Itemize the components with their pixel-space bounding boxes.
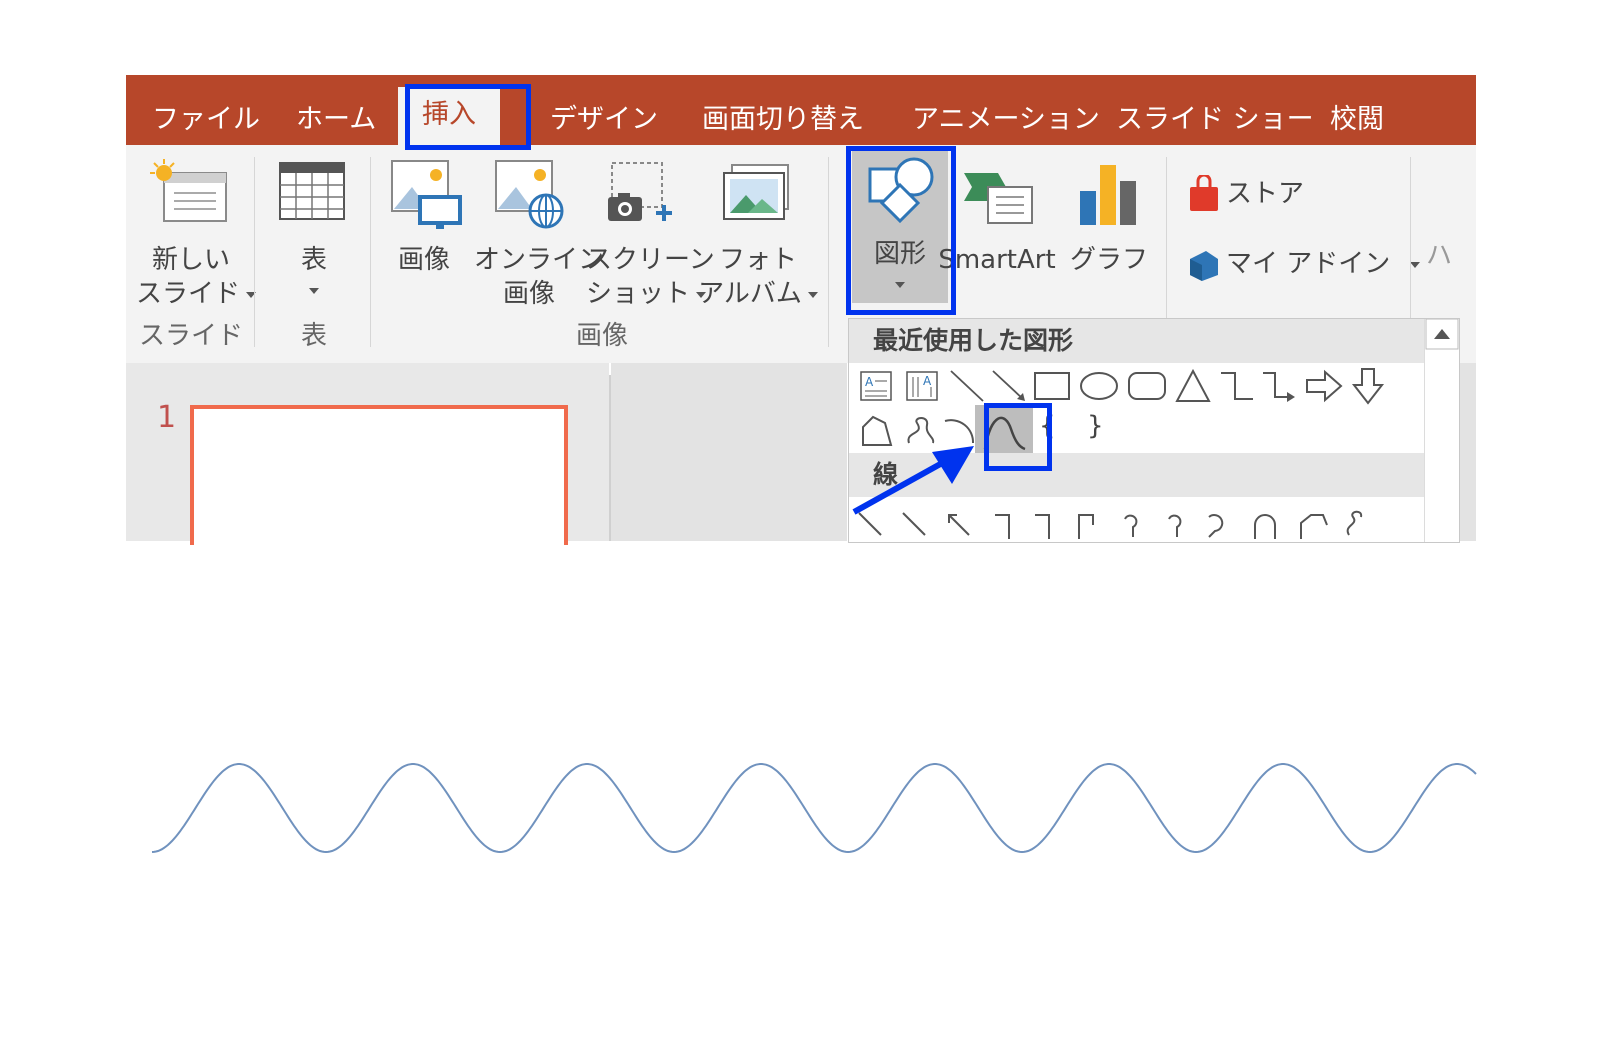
wave-curve-drawing[interactable] [0,0,1600,1043]
wave-curve[interactable] [151,763,1477,854]
